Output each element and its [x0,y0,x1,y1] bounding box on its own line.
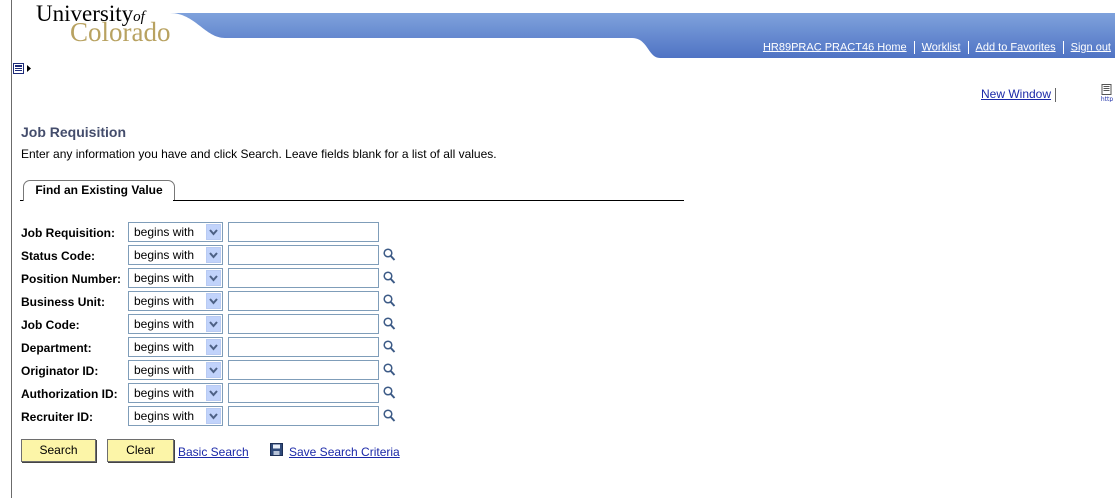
nav-separator [967,41,969,54]
nav-separator [913,41,915,54]
dropdown-arrow-icon[interactable] [206,224,221,240]
search-criteria-form: Job Requisition: begins with Status Code… [21,221,421,428]
svg-text:http: http [1101,96,1114,102]
lookup-magnifier-icon[interactable] [383,294,396,308]
new-window-area: New Window [981,87,1060,102]
lookup-magnifier-icon[interactable] [383,340,396,354]
page-title: Job Requisition [21,124,126,140]
field-row-job-requisition: Job Requisition: begins with [21,221,421,244]
position-number-input[interactable] [228,268,379,288]
field-row-department: Department: begins with [21,336,421,359]
operator-select[interactable]: begins with [128,291,223,311]
dropdown-arrow-icon[interactable] [206,293,221,309]
lookup-magnifier-icon[interactable] [383,271,396,285]
department-input[interactable] [228,337,379,357]
clear-button[interactable]: Clear [107,439,174,462]
operator-select[interactable]: begins with [128,222,223,242]
lookup-magnifier-icon[interactable] [383,409,396,423]
field-label: Status Code: [21,249,96,263]
field-label: Department: [21,341,92,355]
operator-select[interactable]: begins with [128,245,223,265]
dropdown-arrow-icon[interactable] [206,270,221,286]
toolbar-separator [1055,87,1057,102]
operator-select[interactable]: begins with [128,337,223,357]
field-row-business-unit: Business Unit: begins with [21,290,421,313]
business-unit-input[interactable] [228,291,379,311]
field-label: Business Unit: [21,295,106,309]
home-link[interactable]: HR89PRAC PRACT46 Home [763,41,907,53]
dropdown-arrow-icon[interactable] [206,316,221,332]
operator-select[interactable]: begins with [128,314,223,334]
field-row-originator-id: Originator ID: begins with [21,359,421,382]
field-label: Originator ID: [21,364,99,378]
search-button[interactable]: Search [21,439,96,462]
status-code-input[interactable] [228,245,379,265]
authorization-id-input[interactable] [228,383,379,403]
operator-select[interactable]: begins with [128,360,223,380]
nav-separator [1062,41,1064,54]
job-code-input[interactable] [228,314,379,334]
field-label: Job Requisition: [21,226,115,240]
basic-search-link[interactable]: Basic Search [178,445,249,459]
logo-text-colorado: Colorado [70,17,171,47]
lookup-magnifier-icon[interactable] [383,248,396,262]
dropdown-arrow-icon[interactable] [206,408,221,424]
field-row-recruiter-id: Recruiter ID: begins with [21,405,421,428]
university-logo: Universityof Colorado [36,2,171,46]
field-label: Recruiter ID: [21,410,94,424]
dropdown-arrow-icon[interactable] [206,339,221,355]
recruiter-id-input[interactable] [228,406,379,426]
operator-select[interactable]: begins with [128,406,223,426]
menu-toggle-icon[interactable] [13,63,37,75]
left-border [11,0,12,498]
worklist-link[interactable]: Worklist [922,41,961,53]
save-icon[interactable] [270,443,284,457]
field-row-position-number: Position Number: begins with [21,267,421,290]
http-icon[interactable]: http [1099,84,1115,102]
page-instructions: Enter any information you have and click… [21,147,497,161]
operator-select[interactable]: begins with [128,268,223,288]
field-row-job-code: Job Code: begins with [21,313,421,336]
originator-id-input[interactable] [228,360,379,380]
field-label: Job Code: [21,318,80,332]
header-nav: HR89PRAC PRACT46 Home Worklist Add to Favo… [763,41,1111,54]
add-to-favorites-link[interactable]: Add to Favorites [976,41,1056,53]
field-label: Authorization ID: [21,387,118,401]
save-search-criteria-link[interactable]: Save Search Criteria [289,445,400,459]
dropdown-arrow-icon[interactable] [206,362,221,378]
new-window-link[interactable]: New Window [981,87,1051,101]
tab-find-existing-value[interactable]: Find an Existing Value [23,180,175,201]
dropdown-arrow-icon[interactable] [206,385,221,401]
dropdown-arrow-icon[interactable] [206,247,221,263]
job-requisition-input[interactable] [228,222,379,242]
tab-divider [173,200,684,201]
field-row-status-code: Status Code: begins with [21,244,421,267]
field-label: Position Number: [21,272,122,286]
field-row-authorization-id: Authorization ID: begins with [21,382,421,405]
lookup-magnifier-icon[interactable] [383,386,396,400]
lookup-magnifier-icon[interactable] [383,363,396,377]
operator-select[interactable]: begins with [128,383,223,403]
sign-out-link[interactable]: Sign out [1071,41,1111,53]
lookup-magnifier-icon[interactable] [383,317,396,331]
